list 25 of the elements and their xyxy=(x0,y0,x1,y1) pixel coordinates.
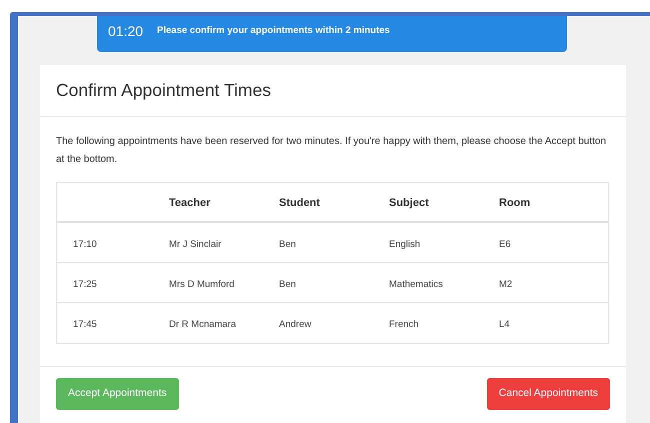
table-cell: Ben xyxy=(279,238,296,250)
table-cell: Mathematics xyxy=(389,278,443,290)
card-title: Confirm Appointment Times xyxy=(56,79,271,102)
column-header: Room xyxy=(499,197,530,209)
table-cell: L4 xyxy=(499,319,510,330)
table-cell: 17:25 xyxy=(73,278,97,290)
table-cell: Mrs D Mumford xyxy=(169,278,234,290)
column-header: Teacher xyxy=(169,197,210,209)
banner-message: Please confirm your appointments within 2 minutes xyxy=(157,24,390,38)
column-header: Student xyxy=(279,197,320,209)
cancel-button[interactable]: Cancel Appointments xyxy=(486,378,610,410)
table-cell: E6 xyxy=(499,238,511,250)
table-cell: M2 xyxy=(499,278,512,290)
table-cell: 17:45 xyxy=(73,319,97,330)
table-cell: Mr J Sinclair xyxy=(169,238,222,250)
countdown-timer: 01:20 xyxy=(108,22,144,40)
table-cell: French xyxy=(389,319,419,330)
accept-button[interactable]: Accept Appointments xyxy=(56,378,179,410)
table-cell: 17:10 xyxy=(73,238,97,250)
table-cell: Andrew xyxy=(279,319,312,330)
table-cell: Ben xyxy=(279,278,296,290)
intro-text: The following appointments have been reserved for two minutes. If you're happy with them, please choose the Accept button at the bottom. xyxy=(56,135,608,167)
column-header: Subject xyxy=(389,197,429,209)
table-cell: English xyxy=(389,238,420,250)
table-cell: Dr R Mcnamara xyxy=(169,319,236,330)
